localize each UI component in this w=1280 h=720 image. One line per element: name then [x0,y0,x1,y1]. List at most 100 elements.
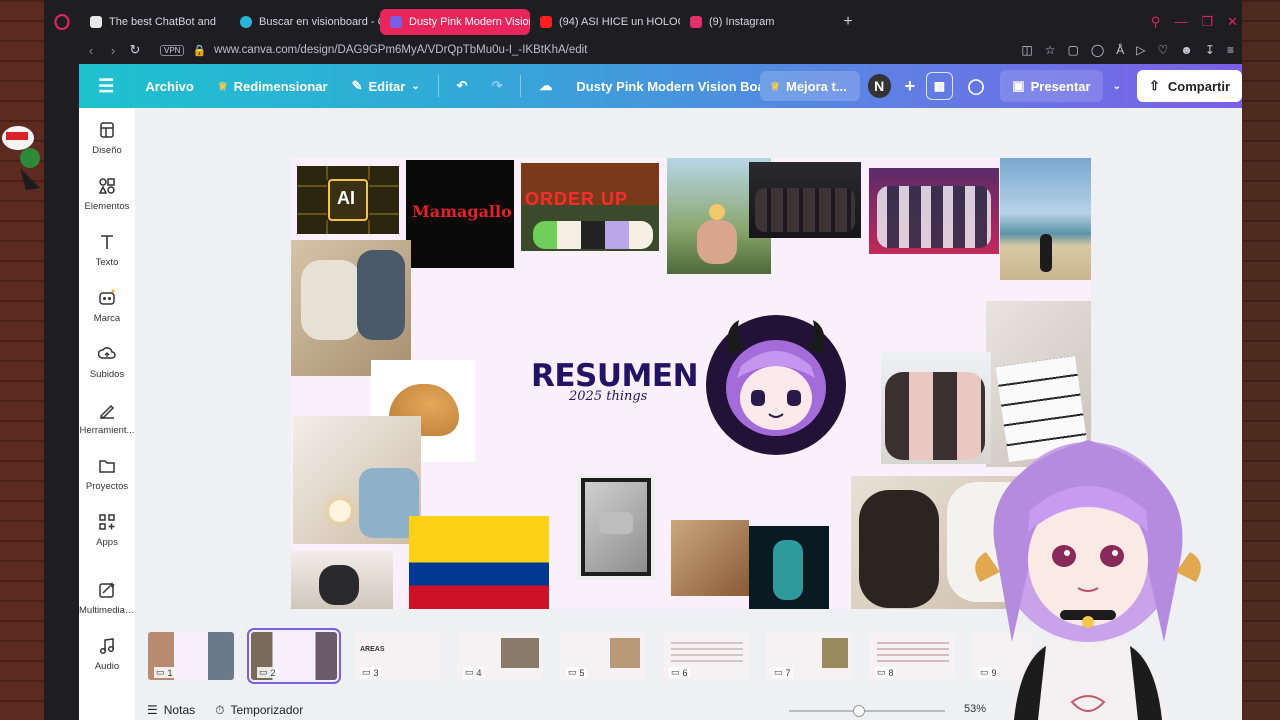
photo-stage-group[interactable] [869,168,999,254]
tab-label: Dusty Pink Modern Vision [409,16,530,28]
play-icon[interactable]: ▷ [1136,43,1145,57]
resize-button[interactable]: ♕ Redimensionar [206,64,340,108]
close-icon[interactable]: ✕ [1227,14,1238,30]
back-icon[interactable]: ‹ [80,43,102,58]
tab-chatbot[interactable]: The best ChatBot and [80,9,230,35]
photo-beach[interactable] [1000,158,1091,280]
sidebar-item-projects[interactable]: Proyectos [79,446,135,502]
sidebar-item-magic-media[interactable]: Multimedia ... [79,570,135,626]
candle-shape [329,500,351,522]
notes-button[interactable]: ☰ Notas [147,703,195,717]
photo-horse-saddle[interactable] [671,520,749,596]
document-title[interactable]: Dusty Pink Modern Vision Board Pr... [564,64,760,108]
profile-icon[interactable]: ☻ [1180,43,1193,57]
photo-hologram-miku[interactable] [749,526,829,609]
page-thumbnail[interactable]: ▭ 7 [766,632,852,680]
page-thumbnail[interactable]: ▭ 8 [869,632,955,680]
tab-visionboard-search[interactable]: Buscar en visionboard - C [230,9,380,35]
sidebar-toggle-icon[interactable]: ◫ [1021,43,1032,57]
maximize-icon[interactable]: ❐ [1201,14,1213,30]
people-silhouettes [877,186,991,248]
redo-button[interactable]: ↷ [480,64,515,108]
file-menu-button[interactable]: Archivo [133,64,205,108]
heart-icon[interactable]: ♡ [1158,43,1169,57]
sidebar-item-text[interactable]: Texto [79,222,135,278]
sidebar-item-label: Texto [95,256,119,268]
tab-canva-design[interactable]: Dusty Pink Modern Vision [380,9,530,35]
upgrade-button[interactable]: ♕ Mejora t... [760,71,860,101]
order-up-text: ORDER UP [525,189,629,209]
photo-mamagallo[interactable]: Mamagallo [406,160,514,268]
avatar[interactable]: N [867,74,891,98]
present-screen-icon: ▣ [1012,78,1025,93]
edit-label: Editar [368,78,406,94]
page-number: ▭ 7 [772,667,793,678]
undo-button[interactable]: ↶ [445,64,480,108]
edit-menu-button[interactable]: ✎ Editar ⌄ [340,64,432,108]
snapshot-icon[interactable]: ▢ [1067,43,1078,57]
photo-youtube-plaque[interactable] [577,474,655,580]
insights-button[interactable]: ▩ [926,72,953,100]
share-upload-icon: ⇧ [1148,78,1160,93]
upgrade-label: Mejora t... [786,78,847,94]
photo-order-up-game[interactable]: ORDER UP [521,163,659,251]
sidebar-item-design[interactable]: Diseño [79,110,135,166]
people-silhouettes [357,250,405,340]
page-thumbnail[interactable]: ▭ 4 [457,632,543,680]
page-thumbnail[interactable]: AREAS ▭ 3 [354,632,440,680]
ai-text: AI [337,188,355,208]
zoom-slider[interactable] [789,705,945,717]
present-button[interactable]: ▣ Presentar [1000,70,1103,102]
notes-icon: ☰ [147,703,158,717]
download-icon[interactable]: ↧ [1205,43,1215,57]
page-thumbnail[interactable]: ▭ 1 [148,632,234,680]
adblock-icon[interactable]: ◯ [1091,43,1104,57]
page-number: ▭ 6 [669,667,690,678]
tab-instagram[interactable]: (9) Instagram [680,9,830,35]
zoom-slider-handle[interactable] [853,705,866,717]
forward-icon[interactable]: › [102,43,124,58]
sidebar-item-elements[interactable]: Elementos [79,166,135,222]
page-thumbnail[interactable]: ▭ 5 [560,632,646,680]
add-collaborator-button[interactable]: + [899,64,922,108]
cloud-saved-button[interactable]: ☁ [527,64,564,108]
board-subtitle[interactable]: 2025 things [569,389,647,404]
present-options-button[interactable]: ⌄ [1103,64,1131,108]
comments-button[interactable]: ◯ [963,72,990,100]
photo-family-floor[interactable] [291,240,411,376]
page-thumbnail[interactable]: ▭ 2 [247,628,341,684]
menu-icon[interactable]: ≡ [1227,43,1234,57]
vpn-badge[interactable]: VPN [160,44,185,56]
new-tab-button[interactable]: + [836,13,860,31]
music-note-icon [99,637,115,654]
sidebar-item-brand[interactable]: Marca [79,278,135,334]
minimize-icon[interactable]: — [1174,14,1187,30]
address-bar: ‹ › ↻ VPN 🔒 www.canva.com/design/DAG9GPm… [44,38,1242,62]
share-button[interactable]: ⇧ Compartir [1136,70,1243,102]
url-field[interactable]: www.canva.com/design/DAG9GPm6MyA/VDrQpTb… [214,44,587,56]
pin-icon[interactable]: ☆ [1045,43,1056,57]
vtuber-mascot-badge[interactable] [705,314,847,456]
photo-ai-chip[interactable]: AI [297,166,399,234]
reload-icon[interactable]: ↻ [124,42,146,58]
page-number-label: 7 [785,667,791,678]
search-tabs-icon[interactable]: ⚲ [1151,14,1161,30]
photo-group-night[interactable] [749,162,861,238]
photo-candles-tea[interactable] [293,416,421,544]
tab-youtube[interactable]: (94) ASI HICE un HOLOGR [530,9,680,35]
timer-button[interactable]: ⏱ Temporizador [215,703,303,718]
main-menu-button[interactable]: ☰ [79,64,133,108]
translate-icon[interactable]: Å [1116,43,1124,57]
sidebar-item-audio[interactable]: Audio [79,626,135,682]
opera-logo-icon[interactable] [44,14,80,30]
sidebar-item-apps[interactable]: Apps [79,502,135,558]
photo-colombia-flag[interactable] [409,516,549,609]
thumbnail-preview [822,638,848,668]
person-silhouette [1040,234,1052,272]
photo-yoga[interactable] [291,551,393,609]
sidebar-item-label: Elementos [84,200,130,212]
page-thumbnail[interactable]: ▭ 6 [663,632,749,680]
share-label: Compartir [1167,78,1231,94]
sidebar-item-uploads[interactable]: Subidos [79,334,135,390]
sidebar-item-tools[interactable]: Herramient... [79,390,135,446]
